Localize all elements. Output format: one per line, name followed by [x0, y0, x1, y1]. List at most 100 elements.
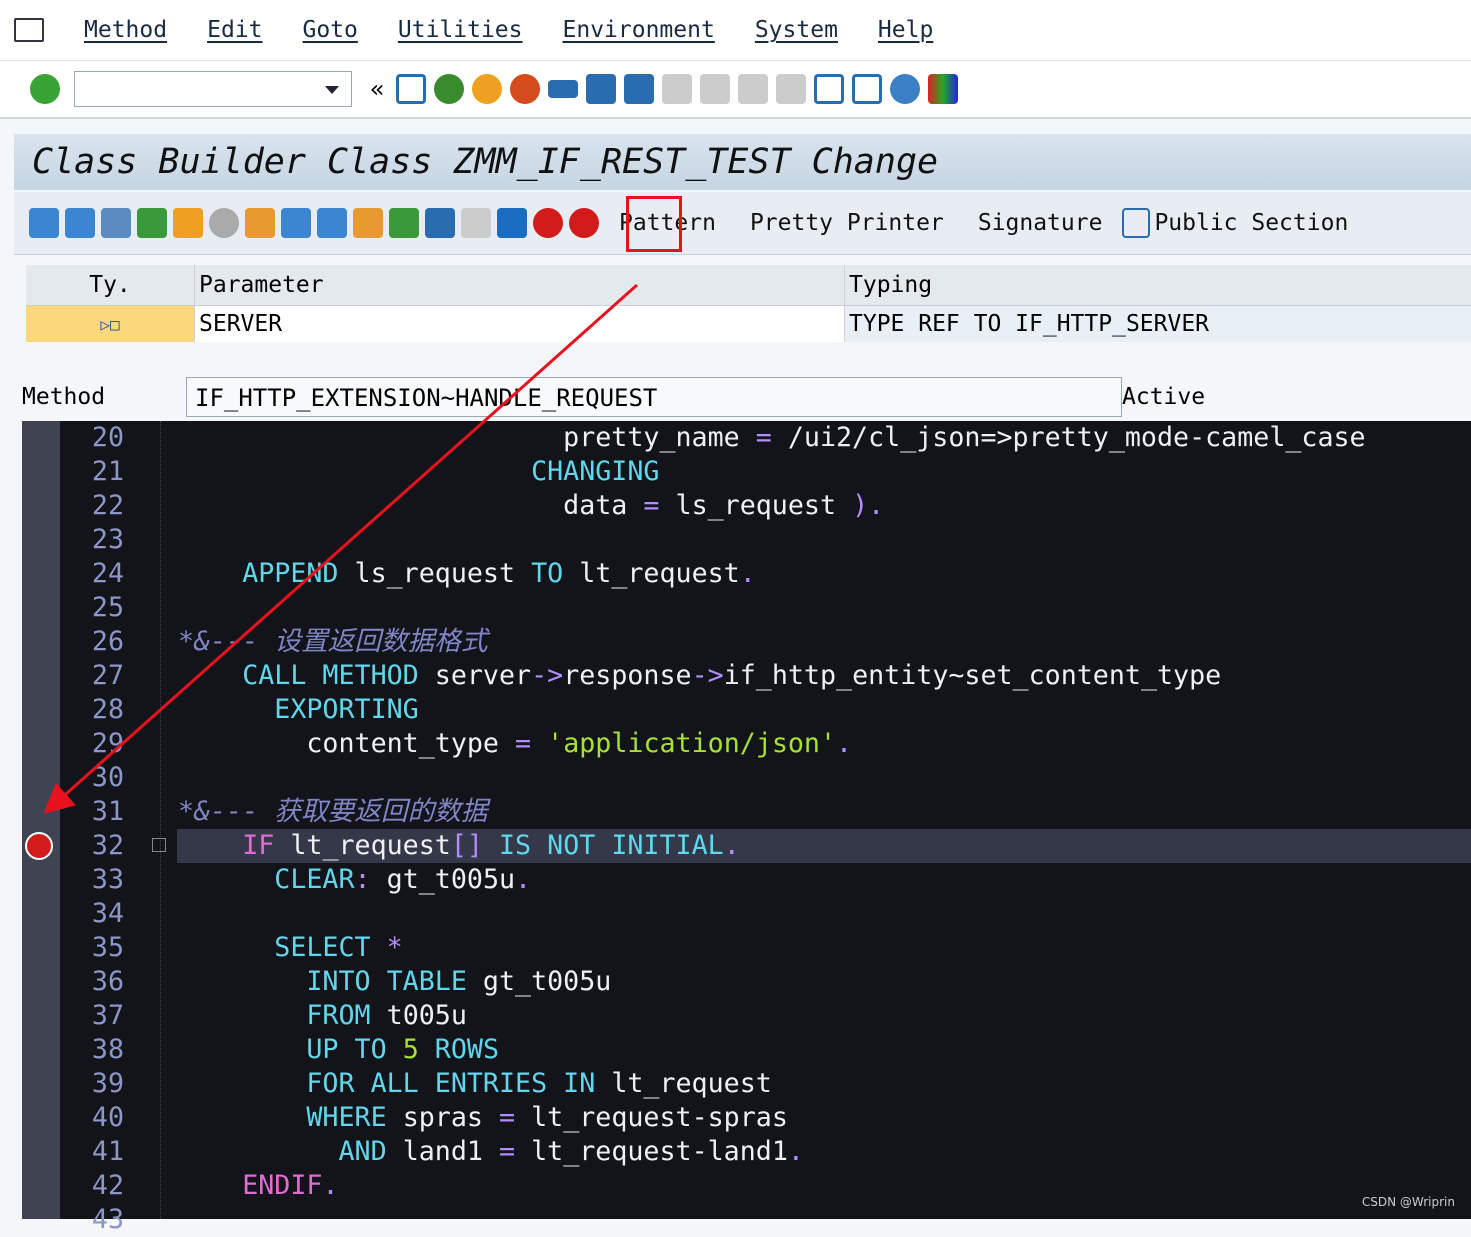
activate-icon[interactable]: [173, 208, 203, 238]
where-used-icon[interactable]: [209, 208, 239, 238]
code-text: CLEAR: gt_t005u.: [178, 863, 531, 897]
navigation-window-icon[interactable]: [317, 208, 347, 238]
code-token: *: [370, 932, 403, 963]
code-line[interactable]: 35 SELECT *: [22, 931, 1471, 965]
new-session-icon[interactable]: [814, 74, 845, 104]
code-text: ENDIF.: [178, 1169, 338, 1203]
enter-check-icon[interactable]: [30, 74, 60, 104]
magic-wand-icon[interactable]: [281, 208, 311, 238]
menu-system[interactable]: System: [755, 17, 838, 43]
external-breakpoint-icon[interactable]: [569, 208, 599, 238]
fold-toggle-icon[interactable]: [152, 838, 166, 852]
next-page-icon[interactable]: [738, 74, 769, 104]
back-arrow-icon[interactable]: [29, 208, 59, 238]
signature-button[interactable]: Signature: [978, 210, 1103, 236]
transport-icon[interactable]: [353, 208, 383, 238]
session-breakpoint-icon[interactable]: [533, 208, 563, 238]
back-icon[interactable]: [434, 74, 465, 104]
code-text: EXPORTING: [178, 693, 418, 727]
list-icon[interactable]: [461, 208, 491, 238]
code-line[interactable]: 39 FOR ALL ENTRIES IN lt_request: [22, 1067, 1471, 1101]
code-token: ->: [531, 660, 564, 691]
info-icon[interactable]: [497, 208, 527, 238]
parameter-typing[interactable]: TYPE REF TO IF_HTTP_SERVER: [845, 311, 1209, 337]
forward-arrow-icon[interactable]: [65, 208, 95, 238]
table-row[interactable]: ▷□ SERVER TYPE REF TO IF_HTTP_SERVER: [26, 306, 1471, 342]
line-number: 30: [91, 762, 124, 793]
help-icon[interactable]: [890, 74, 921, 104]
code-line[interactable]: 20 pretty_name = /ui2/cl_json=>pretty_mo…: [22, 421, 1471, 455]
code-line[interactable]: 30: [22, 761, 1471, 795]
code-line[interactable]: 27 CALL METHOD server->response->if_http…: [22, 659, 1471, 693]
code-line[interactable]: 23: [22, 523, 1471, 557]
code-token: ENDIF: [178, 1170, 323, 1201]
stack-icon[interactable]: [425, 208, 455, 238]
menu-edit[interactable]: Edit: [207, 17, 262, 43]
find-next-icon[interactable]: [624, 74, 655, 104]
display-change-icon[interactable]: [101, 208, 131, 238]
code-line[interactable]: 36 INTO TABLE gt_t005u: [22, 965, 1471, 999]
last-page-icon[interactable]: [776, 74, 807, 104]
code-text: IF lt_request[] IS NOT INITIAL.: [178, 829, 740, 863]
code-token: *&--- 设置返回数据格式: [178, 626, 488, 657]
code-line[interactable]: 34: [22, 897, 1471, 931]
layout-icon[interactable]: [928, 74, 959, 104]
cancel-icon[interactable]: [510, 74, 541, 104]
code-token: 'application/json': [547, 728, 837, 759]
code-token: UP TO: [178, 1034, 387, 1065]
menu-icon[interactable]: [14, 18, 44, 42]
find-icon[interactable]: [586, 74, 617, 104]
code-line[interactable]: 40 WHERE spras = lt_request-spras: [22, 1101, 1471, 1135]
public-section-icon[interactable]: [1122, 208, 1151, 238]
code-token: data: [178, 490, 644, 521]
code-line[interactable]: 42 ENDIF.: [22, 1169, 1471, 1203]
code-text: UP TO 5 ROWS: [178, 1033, 499, 1067]
code-line[interactable]: 29 content_type = 'application/json'.: [22, 727, 1471, 761]
code-line[interactable]: 25: [22, 591, 1471, 625]
check-icon[interactable]: [137, 208, 167, 238]
code-text: AND land1 = lt_request-land1.: [178, 1135, 803, 1169]
code-line[interactable]: 33 CLEAR: gt_t005u.: [22, 863, 1471, 897]
code-line[interactable]: 41 AND land1 = lt_request-land1.: [22, 1135, 1471, 1169]
header-typing: Typing: [849, 272, 933, 298]
code-line[interactable]: 32 IF lt_request[] IS NOT INITIAL.: [22, 829, 1471, 863]
breakpoint-icon[interactable]: [25, 832, 53, 860]
code-token: WHERE: [178, 1102, 387, 1133]
menu-goto[interactable]: Goto: [302, 17, 357, 43]
menu-utilities[interactable]: Utilities: [398, 17, 523, 43]
menu-help[interactable]: Help: [878, 17, 933, 43]
code-line[interactable]: 43: [22, 1203, 1471, 1237]
first-page-icon[interactable]: [662, 74, 693, 104]
hierarchy-icon[interactable]: [389, 208, 419, 238]
public-section-button[interactable]: Public Section: [1154, 210, 1348, 236]
command-field[interactable]: [74, 71, 352, 107]
parameter-name[interactable]: SERVER: [195, 306, 845, 342]
code-line[interactable]: 38 UP TO 5 ROWS: [22, 1033, 1471, 1067]
code-line[interactable]: 31 *&--- 获取要返回的数据: [22, 795, 1471, 829]
previous-page-icon[interactable]: [700, 74, 731, 104]
code-line[interactable]: 28 EXPORTING: [22, 693, 1471, 727]
method-field[interactable]: IF_HTTP_EXTENSION~HANDLE_REQUEST: [186, 377, 1122, 417]
code-line[interactable]: 37 FROM t005u: [22, 999, 1471, 1033]
print-icon[interactable]: [548, 80, 579, 98]
code-line[interactable]: 24 APPEND ls_request TO lt_request.: [22, 557, 1471, 591]
line-number: 20: [91, 422, 124, 453]
menu-method[interactable]: Method: [84, 17, 167, 43]
code-editor[interactable]: 20 pretty_name = /ui2/cl_json=>pretty_mo…: [22, 421, 1471, 1235]
code-token: []: [450, 830, 483, 861]
object-list-icon[interactable]: [245, 208, 275, 238]
code-line[interactable]: 21 CHANGING: [22, 455, 1471, 489]
code-text: CALL METHOD server->response->if_http_en…: [178, 659, 1221, 693]
shortcut-icon[interactable]: [852, 74, 883, 104]
code-token: =: [498, 1102, 516, 1133]
code-token: pretty_name: [178, 422, 756, 453]
collapse-icon[interactable]: «: [370, 75, 384, 103]
pretty-printer-button[interactable]: Pretty Printer: [750, 210, 944, 236]
menu-environment[interactable]: Environment: [563, 17, 715, 43]
save-icon[interactable]: [396, 74, 427, 104]
parameter-table: Ty. Parameter Typing ▷□ SERVER TYPE REF …: [26, 265, 1471, 342]
code-line[interactable]: 22 data = ls_request ).: [22, 489, 1471, 523]
exit-icon[interactable]: [472, 74, 503, 104]
code-line[interactable]: 26 *&--- 设置返回数据格式: [22, 625, 1471, 659]
